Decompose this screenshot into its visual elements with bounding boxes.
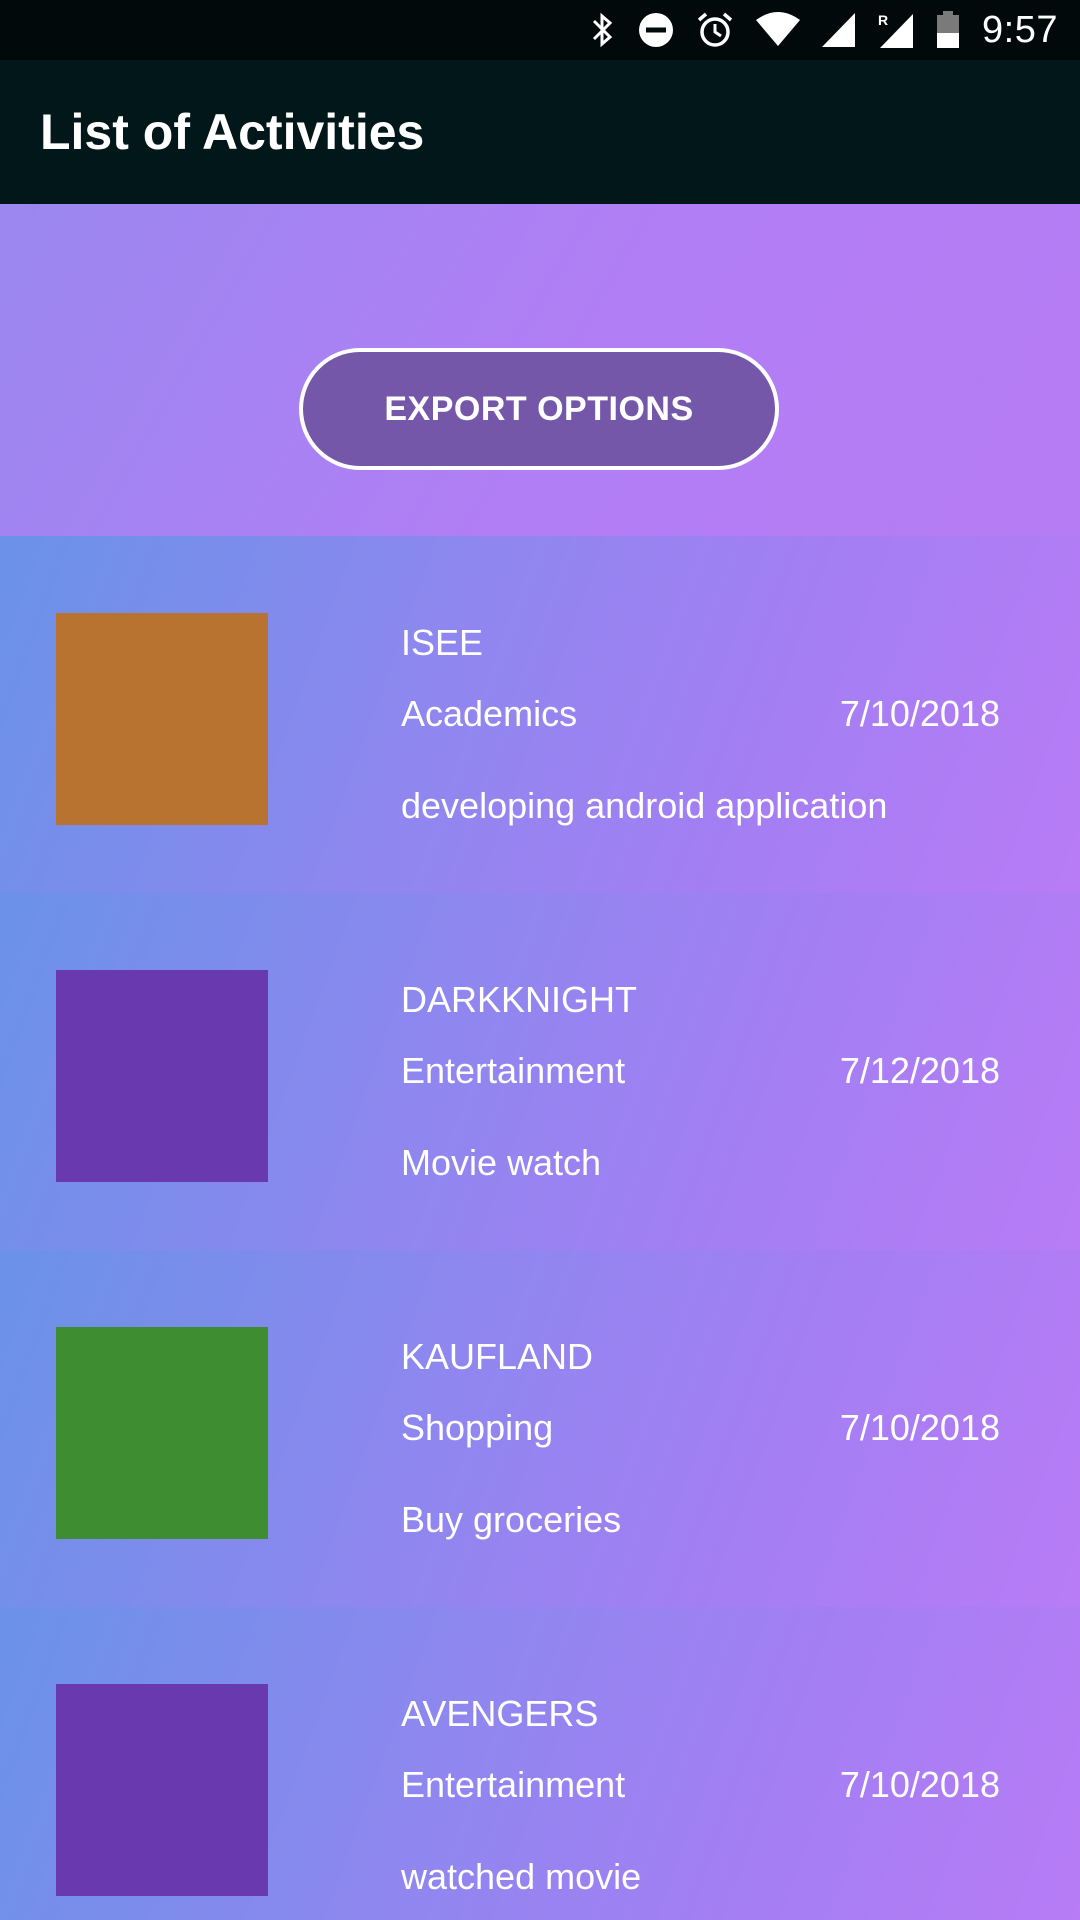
export-options-button[interactable]: EXPORT OPTIONS xyxy=(299,348,779,470)
activity-category: Entertainment xyxy=(401,1050,626,1091)
do-not-disturb-icon xyxy=(638,12,674,48)
activity-name: ISEE xyxy=(401,622,484,663)
app-bar: List of Activities xyxy=(0,60,1080,204)
activity-description: Buy groceries xyxy=(401,1499,622,1540)
activity-color-swatch xyxy=(56,1327,268,1539)
activity-category: Shopping xyxy=(401,1407,554,1448)
activity-category: Entertainment xyxy=(401,1764,626,1805)
activity-date: 7/10/2018 xyxy=(839,1764,1000,1805)
list-item[interactable]: AVENGERS Entertainment 7/10/2018 watched… xyxy=(0,1607,1080,1920)
activity-name: DARKKNIGHT xyxy=(401,979,638,1020)
activity-color-swatch xyxy=(56,613,268,825)
bluetooth-icon xyxy=(590,12,616,48)
activity-category: Academics xyxy=(401,693,578,734)
activity-color-swatch xyxy=(56,1684,268,1896)
activity-color-swatch xyxy=(56,970,268,1182)
activity-description: Movie watch xyxy=(401,1142,602,1183)
activity-list[interactable]: ISEE Academics 7/10/2018 developing andr… xyxy=(0,536,1080,1920)
svg-text:R: R xyxy=(878,12,888,28)
page-title: List of Activities xyxy=(40,104,425,160)
activity-date: 7/12/2018 xyxy=(839,1050,1000,1091)
activity-name: AVENGERS xyxy=(401,1693,599,1734)
activity-name: KAUFLAND xyxy=(401,1336,594,1377)
activity-date: 7/10/2018 xyxy=(839,693,1000,734)
activity-date: 7/10/2018 xyxy=(839,1407,1000,1448)
clock: 9:57 xyxy=(982,8,1058,51)
activity-description: watched movie xyxy=(401,1856,642,1897)
signal-icon xyxy=(822,12,856,48)
list-item[interactable]: ISEE Academics 7/10/2018 developing andr… xyxy=(0,536,1080,893)
wifi-icon xyxy=(756,12,801,48)
status-bar: R 9:57 xyxy=(0,0,1080,60)
list-item[interactable]: KAUFLAND Shopping 7/10/2018 Buy grocerie… xyxy=(0,1250,1080,1607)
battery-icon xyxy=(936,11,960,49)
activity-description: developing android application xyxy=(401,785,888,826)
roaming-signal-icon: R xyxy=(878,11,914,49)
alarm-icon xyxy=(696,11,734,49)
list-item[interactable]: DARKKNIGHT Entertainment 7/12/2018 Movie… xyxy=(0,893,1080,1250)
